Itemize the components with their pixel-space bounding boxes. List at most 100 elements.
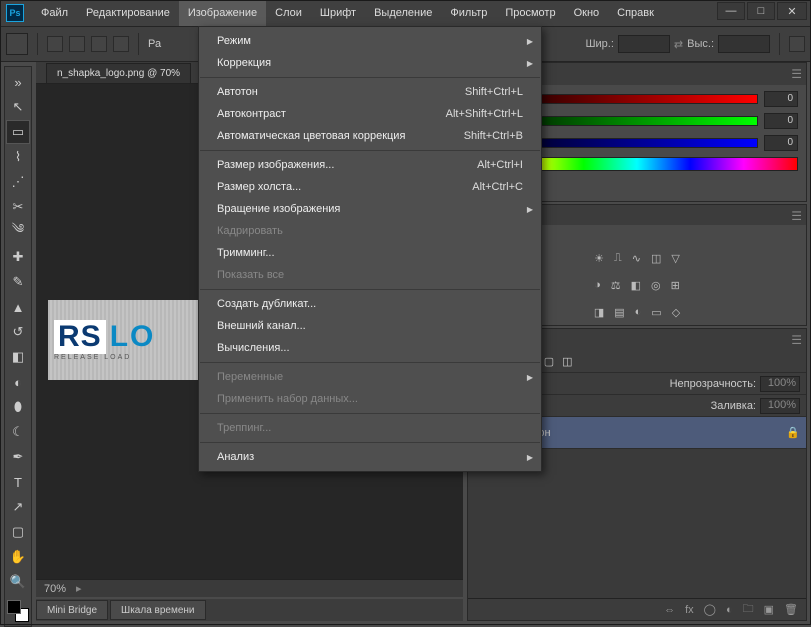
- gradient-tool[interactable]: ◐: [7, 371, 29, 393]
- menuitem-автоматическая-цветовая-коррекция[interactable]: Автоматическая цветовая коррекцияShift+C…: [199, 125, 541, 147]
- selcolor-icon[interactable]: ◇: [672, 306, 680, 319]
- zoom-tool[interactable]: 🔍: [7, 571, 29, 593]
- doc-info-icon[interactable]: ▸: [76, 582, 82, 595]
- menu-редактирование[interactable]: Редактирование: [77, 0, 179, 26]
- zoom-display[interactable]: 70%: [44, 583, 66, 595]
- blur-tool[interactable]: ⬮: [7, 396, 29, 418]
- menu-окно[interactable]: Окно: [565, 0, 609, 26]
- hue-icon[interactable]: ◑: [594, 279, 601, 292]
- marquee-subtract-icon[interactable]: [91, 36, 107, 52]
- bw-icon[interactable]: ◧: [631, 279, 641, 292]
- photo-filter-icon[interactable]: ◎: [651, 279, 661, 292]
- marquee-intersect-icon[interactable]: [113, 36, 129, 52]
- collapse-icon[interactable]: »: [7, 71, 29, 93]
- menu-изображение[interactable]: Изображение: [179, 0, 266, 26]
- menuitem-вращение-изображения[interactable]: Вращение изображения: [199, 198, 541, 220]
- options-extra-icon[interactable]: [789, 36, 805, 52]
- marquee-tool[interactable]: ▭: [7, 121, 29, 143]
- panel-menu-icon[interactable]: ☰: [791, 67, 802, 81]
- menuitem-автоконтраст[interactable]: АвтоконтрастAlt+Shift+Ctrl+L: [199, 103, 541, 125]
- document-tab[interactable]: n_shapka_logo.png @ 70%: [46, 63, 191, 83]
- heal-tool[interactable]: ✚: [7, 246, 29, 268]
- filter-shape-icon[interactable]: ▢: [544, 355, 554, 368]
- red-value[interactable]: 0: [764, 91, 798, 107]
- menuitem-автотон[interactable]: АвтотонShift+Ctrl+L: [199, 81, 541, 103]
- image-menu-dropdown[interactable]: РежимКоррекция АвтотонShift+Ctrl+LАвтокон…: [198, 26, 542, 472]
- menu-separator: [200, 362, 540, 363]
- levels-icon[interactable]: ⎍: [614, 252, 622, 265]
- menu-шрифт[interactable]: Шрифт: [311, 0, 365, 26]
- threshold-icon[interactable]: ◐: [635, 306, 642, 319]
- eraser-tool[interactable]: ◧: [7, 346, 29, 368]
- trash-icon[interactable]: 🗑: [784, 603, 798, 616]
- fx-icon[interactable]: fx: [685, 604, 694, 616]
- swap-icon[interactable]: ⇄: [674, 38, 683, 51]
- balance-icon[interactable]: ⚖: [611, 279, 621, 292]
- menuitem-label: Вычисления...: [217, 342, 290, 354]
- width-input[interactable]: [618, 35, 670, 53]
- eyedropper-tool[interactable]: ༄: [7, 221, 29, 243]
- adjust-icon[interactable]: ◐: [726, 604, 733, 616]
- new-layer-icon[interactable]: ▣: [764, 603, 774, 616]
- posterize-icon[interactable]: ▤: [614, 306, 624, 319]
- marquee-normal-icon[interactable]: [47, 36, 63, 52]
- lasso-tool[interactable]: ⌇: [7, 146, 29, 168]
- move-tool[interactable]: ↖: [7, 96, 29, 118]
- menuitem-коррекция[interactable]: Коррекция: [199, 52, 541, 74]
- stamp-tool[interactable]: ▲: [7, 296, 29, 318]
- menuitem-тримминг-[interactable]: Тримминг...: [199, 242, 541, 264]
- curves-icon[interactable]: ∿: [632, 252, 641, 265]
- marquee-add-icon[interactable]: [69, 36, 85, 52]
- path-tool[interactable]: ↗: [7, 496, 29, 518]
- menu-слои[interactable]: Слои: [266, 0, 311, 26]
- menuitem-размер-холста-[interactable]: Размер холста...Alt+Ctrl+C: [199, 176, 541, 198]
- window-minimize-button[interactable]: —: [717, 2, 745, 20]
- vibrance-icon[interactable]: ▽: [671, 252, 679, 265]
- menu-separator: [200, 77, 540, 78]
- dodge-tool[interactable]: ☾: [7, 421, 29, 443]
- menu-фильтр[interactable]: Фильтр: [441, 0, 496, 26]
- mixer-icon[interactable]: ⊞: [671, 279, 680, 292]
- menuitem-режим[interactable]: Режим: [199, 30, 541, 52]
- menuitem-внешний-канал-[interactable]: Внешний канал...: [199, 315, 541, 337]
- menuitem-создать-дубликат-[interactable]: Создать дубликат...: [199, 293, 541, 315]
- menuitem-вычисления-[interactable]: Вычисления...: [199, 337, 541, 359]
- menu-справк[interactable]: Справк: [608, 0, 663, 26]
- window-maximize-button[interactable]: □: [747, 2, 775, 20]
- exposure-icon[interactable]: ◫: [651, 252, 661, 265]
- filter-smart-icon[interactable]: ◫: [562, 355, 572, 368]
- opacity-input[interactable]: 100%: [760, 376, 800, 392]
- menuitem-размер-изображения-[interactable]: Размер изображения...Alt+Ctrl+I: [199, 154, 541, 176]
- link-icon[interactable]: ⇔: [664, 604, 675, 616]
- gradmap-icon[interactable]: ▭: [651, 306, 661, 319]
- type-tool[interactable]: T: [7, 471, 29, 493]
- green-value[interactable]: 0: [764, 113, 798, 129]
- menu-выделение[interactable]: Выделение: [365, 0, 441, 26]
- tab-mini-bridge[interactable]: Mini Bridge: [36, 600, 108, 620]
- brightness-icon[interactable]: ☀: [594, 252, 604, 265]
- height-label: Выс.:: [687, 38, 714, 50]
- height-input[interactable]: [718, 35, 770, 53]
- wand-tool[interactable]: ⋰: [7, 171, 29, 193]
- shape-tool[interactable]: ▢: [7, 521, 29, 543]
- color-swatches[interactable]: [7, 600, 29, 622]
- history-brush-tool[interactable]: ↺: [7, 321, 29, 343]
- blue-value[interactable]: 0: [764, 135, 798, 151]
- menu-файл[interactable]: Файл: [32, 0, 77, 26]
- mask-icon[interactable]: ◯: [704, 603, 716, 616]
- invert-icon[interactable]: ◨: [594, 306, 604, 319]
- pen-tool[interactable]: ✒: [7, 446, 29, 468]
- window-close-button[interactable]: ✕: [777, 2, 807, 20]
- menu-separator: [200, 442, 540, 443]
- menuitem-анализ[interactable]: Анализ: [199, 446, 541, 468]
- panel-menu-icon[interactable]: ☰: [791, 209, 802, 223]
- menu-просмотр[interactable]: Просмотр: [496, 0, 564, 26]
- tool-preset-icon[interactable]: [6, 33, 28, 55]
- folder-icon[interactable]: 🗀: [743, 600, 754, 619]
- panel-menu-icon[interactable]: ☰: [791, 333, 802, 347]
- brush-tool[interactable]: ✎: [7, 271, 29, 293]
- fill-input[interactable]: 100%: [760, 398, 800, 414]
- tab-timeline[interactable]: Шкала времени: [110, 600, 205, 620]
- menuitem-label: Тримминг...: [217, 247, 275, 259]
- hand-tool[interactable]: ✋: [7, 546, 29, 568]
